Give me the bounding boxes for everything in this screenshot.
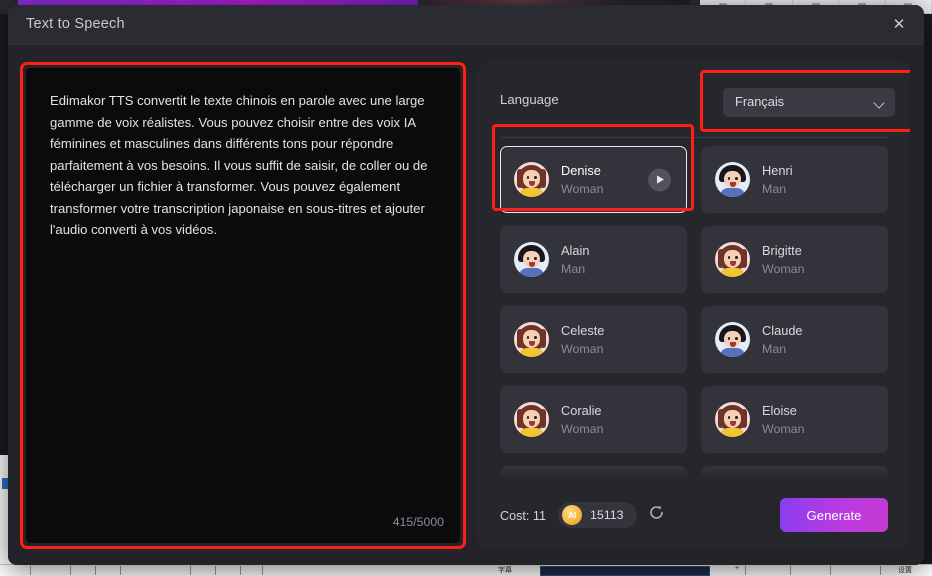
voice-gender: Woman [762, 421, 805, 436]
voice-gender: Man [762, 181, 787, 196]
voice-card[interactable]: Henri Man [701, 146, 888, 213]
avatar [715, 322, 750, 357]
voice-name: Celeste [561, 322, 605, 338]
cost-label: Cost: 11 [500, 509, 546, 523]
voice-name: Alain [561, 242, 590, 258]
voice-grid: Denise Woman Henri Man Alain Man Brigitte Woman… [478, 146, 910, 484]
generate-button[interactable]: Generate [780, 498, 888, 532]
voice-name: Coralie [561, 402, 602, 418]
dialog-title: Text to Speech [26, 16, 125, 32]
play-icon[interactable] [648, 168, 671, 191]
text-input-highlight-box: Edimakor TTS convertit le texte chinois … [20, 62, 466, 549]
background-timeline: 字幕 + 设置 [0, 564, 932, 576]
voice-list-scroll-area[interactable]: Denise Woman Henri Man Alain Man Brigitte Woman… [478, 146, 910, 484]
avatar [715, 402, 750, 437]
panel-footer: Cost: 11 AI 15113 Generate [478, 485, 910, 549]
text-editor[interactable]: Edimakor TTS convertit le texte chinois … [26, 68, 460, 543]
avatar [715, 162, 750, 197]
dialog-titlebar: Text to Speech ✕ [8, 5, 924, 45]
voice-gender: Woman [762, 261, 805, 276]
credit-balance: AI 15113 [558, 502, 637, 528]
voice-meta: Eloise Woman [762, 402, 804, 438]
voice-card[interactable]: Coralie Woman [500, 386, 687, 453]
avatar [514, 162, 549, 197]
voice-name: Henri [762, 162, 793, 178]
voice-meta: Celeste Woman [561, 322, 604, 358]
voice-meta: Claude Man [762, 322, 803, 358]
voice-gender: Man [762, 341, 787, 356]
voice-gender: Woman [561, 341, 604, 356]
voice-card[interactable]: Brigitte Woman [701, 226, 888, 293]
voice-name: Eloise [762, 402, 797, 418]
voice-gender: Woman [561, 181, 604, 196]
voice-card[interactable]: Alain Man [500, 226, 687, 293]
voice-name: Denise [561, 162, 601, 178]
credit-amount: 15113 [590, 508, 624, 522]
voice-meta: Coralie Woman [561, 402, 603, 438]
voice-name: Brigitte [762, 242, 802, 258]
language-row: Language Français [478, 62, 910, 137]
refresh-icon[interactable] [648, 504, 665, 521]
voice-meta: Henri Man [762, 162, 793, 198]
language-select[interactable]: Français [723, 88, 895, 117]
voice-card[interactable] [500, 466, 687, 484]
voice-name: Claude [762, 322, 803, 338]
close-icon[interactable]: ✕ [888, 14, 910, 36]
dialog-body: Edimakor TTS convertit le texte chinois … [8, 45, 924, 565]
voice-gender: Woman [561, 421, 604, 436]
text-editor-content[interactable]: Edimakor TTS convertit le texte chinois … [50, 90, 438, 241]
avatar [715, 242, 750, 277]
voice-meta: Brigitte Woman [762, 242, 804, 278]
text-to-speech-dialog: Text to Speech ✕ Edimakor TTS convertit … [8, 5, 924, 565]
chevron-down-icon [875, 99, 884, 108]
language-select-value: Français [735, 94, 785, 109]
avatar [514, 322, 549, 357]
character-counter: 415/5000 [392, 515, 444, 529]
avatar [514, 482, 549, 484]
voice-meta: Alain Man [561, 242, 589, 278]
voice-card[interactable]: Claude Man [701, 306, 888, 373]
voice-options-panel: Language Français Denise Woman Henri Man Ala… [478, 62, 910, 549]
panel-divider [500, 137, 888, 138]
avatar [715, 482, 750, 484]
voice-card[interactable]: Celeste Woman [500, 306, 687, 373]
avatar [514, 402, 549, 437]
language-label: Language [500, 92, 559, 107]
ai-coin-icon: AI [562, 505, 582, 525]
voice-gender: Man [561, 261, 586, 276]
voice-card[interactable] [701, 466, 888, 484]
voice-meta: Denise Woman [561, 162, 603, 198]
voice-card[interactable]: Eloise Woman [701, 386, 888, 453]
voice-card[interactable]: Denise Woman [500, 146, 687, 213]
avatar [514, 242, 549, 277]
